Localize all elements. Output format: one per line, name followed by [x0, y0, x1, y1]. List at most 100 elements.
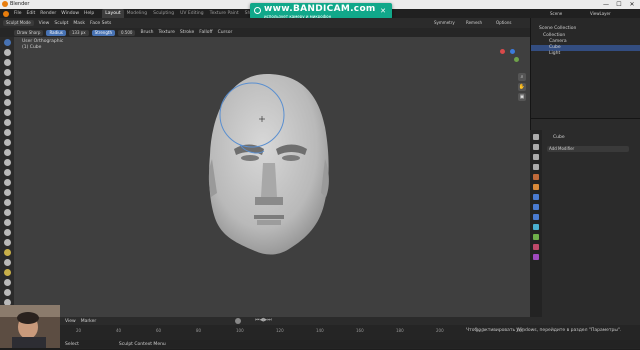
head-mesh — [208, 74, 329, 255]
status-select: Select — [65, 341, 79, 347]
clay-strips-tool-icon[interactable] — [4, 69, 11, 76]
timeline-menu-marker[interactable]: Marker — [81, 319, 97, 324]
particles-tab-icon[interactable] — [533, 204, 539, 210]
scrape-tool-icon[interactable] — [4, 159, 11, 166]
constraints-tab-icon[interactable] — [533, 224, 539, 230]
data-tab-icon[interactable] — [533, 234, 539, 240]
tab-uv-editing[interactable]: UV Editing — [177, 11, 206, 16]
tool-tab-icon[interactable] — [533, 134, 539, 140]
tool-header: Draw Sharp Radius 133 px Strength 0.500 … — [0, 28, 530, 37]
view-layer-tab-icon[interactable] — [533, 164, 539, 170]
brush-selector[interactable]: Draw Sharp — [14, 29, 44, 36]
brush-menu[interactable]: Brush — [140, 30, 153, 35]
viewport-menu-view[interactable]: View — [39, 21, 50, 26]
tab-texture-paint[interactable]: Texture Paint — [207, 11, 242, 16]
tick-label: 160 — [356, 327, 364, 333]
close-button[interactable]: ✕ — [626, 0, 638, 9]
viewport-menu-face-sets[interactable]: Face Sets — [90, 21, 111, 26]
outliner-root[interactable]: Scene Collection — [531, 26, 640, 32]
menu-file[interactable]: File — [14, 11, 22, 16]
clay-thumb-tool-icon[interactable] — [4, 79, 11, 86]
scene-tab-icon[interactable] — [533, 174, 539, 180]
elastic-deform-tool-icon[interactable] — [4, 199, 11, 206]
strength-label: Strength — [91, 29, 115, 36]
menu-render[interactable]: Render — [40, 11, 56, 16]
minimize-button[interactable]: — — [600, 0, 612, 9]
gizmo-y-icon[interactable] — [514, 57, 519, 62]
tab-modeling[interactable]: Modeling — [124, 11, 150, 16]
remesh-menu[interactable]: Remesh — [466, 20, 482, 25]
multiplane-scrape-tool-icon[interactable] — [4, 169, 11, 176]
crease-tool-icon[interactable] — [4, 119, 11, 126]
menu-help[interactable]: Help — [84, 11, 94, 16]
cursor-menu[interactable]: Cursor — [218, 30, 233, 35]
inflate-tool-icon[interactable] — [4, 99, 11, 106]
rotate-tool-icon[interactable] — [4, 249, 11, 256]
radius-field[interactable]: 133 px — [68, 29, 89, 36]
menu-edit[interactable]: Edit — [27, 11, 36, 16]
output-tab-icon[interactable] — [533, 154, 539, 160]
tab-layout[interactable]: Layout — [102, 9, 124, 18]
grab-tool-icon[interactable] — [4, 189, 11, 196]
snake-hook-tool-icon[interactable] — [4, 209, 11, 216]
material-tab-icon[interactable] — [533, 244, 539, 250]
playback-controls-icon[interactable]: ⏮◀▶⏭ — [255, 317, 272, 323]
view-layer-selector[interactable]: ViewLayer — [590, 11, 611, 16]
stroke-menu[interactable]: Stroke — [180, 30, 194, 35]
thumb-tool-icon[interactable] — [4, 219, 11, 226]
blob-tool-icon[interactable] — [4, 109, 11, 116]
slide-relax-tool-icon[interactable] — [4, 259, 11, 266]
tick-label: 100 — [236, 327, 244, 333]
tab-sculpting[interactable]: Sculpting — [150, 11, 177, 16]
gizmo-z-icon[interactable] — [510, 49, 515, 54]
simplify-tool-icon[interactable] — [4, 289, 11, 296]
camera-view-icon[interactable]: ▣ — [518, 93, 526, 101]
3d-viewport[interactable]: User Orthographic (1) Cube ⌕ ✋ ▣ — [14, 37, 530, 317]
modifier-tab-icon[interactable] — [533, 194, 539, 200]
strength-field[interactable]: 0.500 — [117, 29, 136, 36]
webcam-person-image — [0, 305, 60, 348]
boundary-tool-icon[interactable] — [4, 269, 11, 276]
draw-sharp-tool-icon[interactable] — [4, 49, 11, 56]
properties-editor: Cube Add Modifier — [530, 118, 640, 319]
windows-activation-watermark: Чтобы активировать Windows, перейдите в … — [466, 328, 622, 333]
record-icon[interactable] — [235, 318, 241, 324]
tick-label: 40 — [116, 327, 122, 333]
texture-menu[interactable]: Texture — [158, 30, 174, 35]
physics-tab-icon[interactable] — [533, 214, 539, 220]
zoom-icon[interactable]: ⌕ — [518, 73, 526, 81]
draw-tool-icon[interactable] — [4, 39, 11, 46]
layer-tool-icon[interactable] — [4, 89, 11, 96]
fill-tool-icon[interactable] — [4, 149, 11, 156]
menu-window[interactable]: Window — [61, 11, 79, 16]
render-tab-icon[interactable] — [533, 144, 539, 150]
pose-tool-icon[interactable] — [4, 229, 11, 236]
gizmo-x-icon[interactable] — [500, 49, 505, 54]
pinch-tool-icon[interactable] — [4, 179, 11, 186]
maximize-button[interactable]: ☐ — [613, 0, 625, 9]
bandicam-notification: www.BANDICAM.com использует камеру и мик… — [250, 3, 392, 19]
cloth-tool-icon[interactable] — [4, 279, 11, 286]
outliner: Scene Collection Collection Camera Cube … — [530, 18, 640, 118]
flatten-tool-icon[interactable] — [4, 139, 11, 146]
tick-label: 120 — [276, 327, 284, 333]
timeline-menu-view[interactable]: View — [65, 319, 76, 324]
falloff-menu[interactable]: Falloff — [199, 30, 212, 35]
outliner-item-light[interactable]: Light — [531, 51, 640, 57]
options-menu[interactable]: Options — [496, 20, 511, 25]
add-modifier-button[interactable]: Add Modifier — [547, 146, 629, 152]
smooth-tool-icon[interactable] — [4, 129, 11, 136]
texture-tab-icon[interactable] — [533, 254, 539, 260]
bandicam-close-button[interactable]: ✕ — [380, 7, 386, 15]
scene-selector[interactable]: Scene — [550, 11, 562, 16]
viewport-menu-mask[interactable]: Mask — [73, 21, 85, 26]
properties-tabs — [530, 130, 542, 318]
mode-selector[interactable]: Sculpt Mode — [3, 20, 34, 26]
blender-menu-icon[interactable] — [3, 10, 9, 17]
object-tab-icon[interactable] — [533, 184, 539, 190]
viewport-menu-sculpt[interactable]: Sculpt — [54, 21, 68, 26]
clay-tool-icon[interactable] — [4, 59, 11, 66]
nudge-tool-icon[interactable] — [4, 239, 11, 246]
symmetry-menu[interactable]: Symmetry — [434, 20, 455, 25]
pan-hand-icon[interactable]: ✋ — [518, 83, 526, 91]
